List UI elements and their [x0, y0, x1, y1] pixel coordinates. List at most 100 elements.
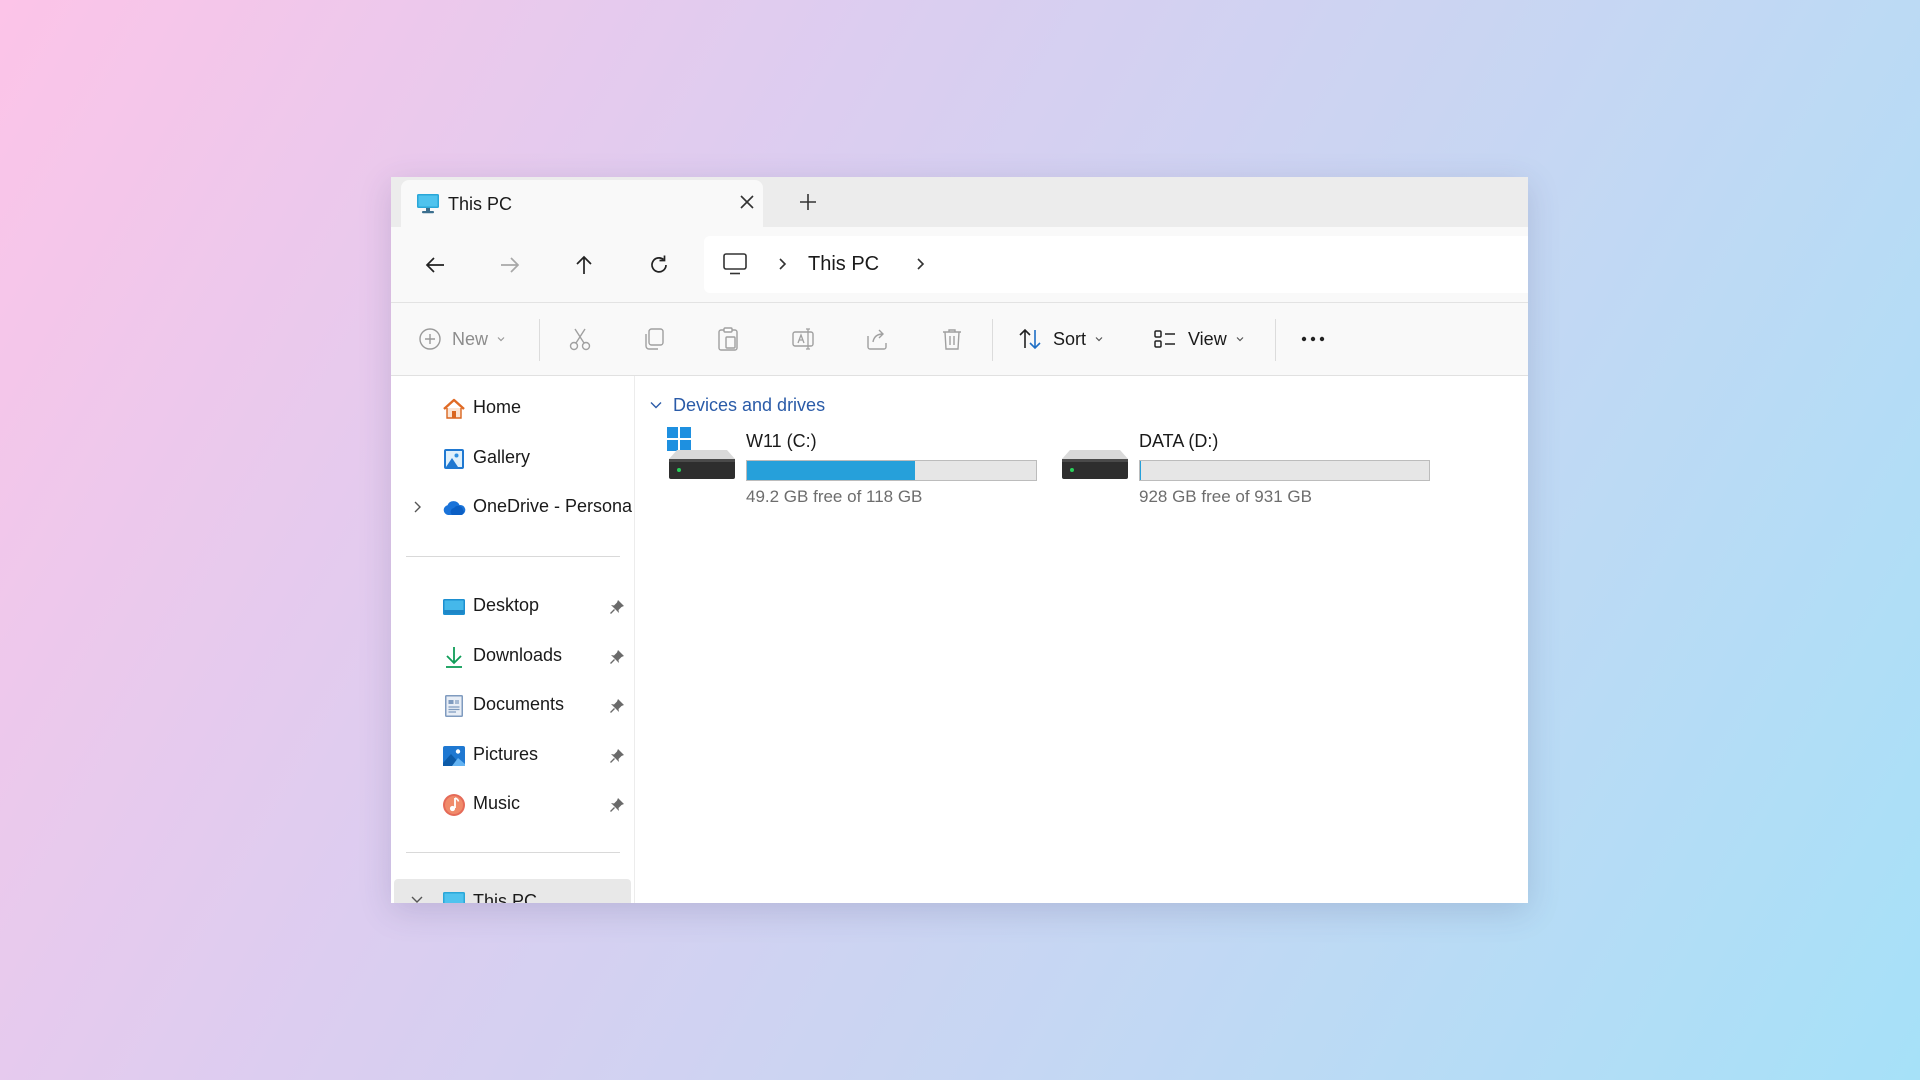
share-button[interactable]: [864, 303, 890, 375]
more-options-button[interactable]: [1298, 303, 1328, 375]
group-header-devices-and-drives[interactable]: Devices and drives: [649, 393, 825, 417]
sidebar-item-label: Home: [473, 397, 522, 417]
up-arrow-icon[interactable]: [571, 252, 597, 278]
cut-button[interactable]: [567, 303, 593, 375]
sidebar-item-label: This PC: [473, 891, 538, 903]
gallery-icon: [444, 449, 464, 469]
desktop-icon: [443, 599, 465, 615]
view-icon: [1154, 330, 1175, 348]
chevron-down-icon[interactable]: [410, 892, 424, 903]
documents-icon: [445, 695, 463, 717]
sidebar-item-onedrive[interactable]: OneDrive - Persona: [391, 487, 633, 527]
new-button[interactable]: New: [418, 303, 506, 375]
pin-icon[interactable]: [609, 698, 625, 714]
drive-usage-fill: [747, 461, 916, 480]
sidebar-item-desktop[interactable]: Desktop: [391, 586, 631, 626]
sidebar-item-music[interactable]: Music: [391, 784, 631, 824]
separator: [992, 319, 993, 361]
file-explorer-window: This PC This PC New Sort View Home Galle…: [391, 177, 1528, 903]
forward-arrow-icon[interactable]: [497, 252, 523, 278]
downloads-icon: [446, 647, 462, 668]
chevron-right-icon[interactable]: [774, 256, 790, 272]
monitor-icon: [417, 194, 439, 214]
chevron-right-icon[interactable]: [912, 256, 928, 272]
chevron-down-icon: [650, 402, 662, 409]
drive-usage-bar: [746, 460, 1037, 481]
windows-drive-icon: [667, 427, 735, 479]
back-arrow-icon[interactable]: [422, 252, 448, 278]
paste-button[interactable]: [715, 303, 741, 375]
sidebar-item-label: Downloads: [473, 645, 563, 665]
pin-icon[interactable]: [609, 649, 625, 665]
refresh-icon[interactable]: [646, 252, 672, 278]
monitor-icon: [443, 892, 465, 903]
drive-d[interactable]: DATA (D:) 928 GB free of 931 GB: [1060, 426, 1450, 516]
pin-icon[interactable]: [609, 797, 625, 813]
address-bar[interactable]: This PC: [704, 236, 1528, 293]
drive-usage-bar: [1139, 460, 1430, 481]
sidebar-divider: [406, 556, 620, 557]
command-bar: New Sort View: [391, 303, 1528, 376]
delete-button[interactable]: [939, 303, 965, 375]
drive-name: DATA (D:): [1139, 431, 1219, 451]
add-circle-icon: [419, 328, 441, 350]
drive-name: W11 (C:): [746, 431, 817, 451]
sidebar-item-downloads[interactable]: Downloads: [391, 636, 631, 676]
sidebar-item-label: Gallery: [473, 447, 531, 467]
paste-icon: [718, 327, 738, 351]
separator: [539, 319, 540, 361]
drive-free-space: 49.2 GB free of 118 GB: [746, 487, 923, 506]
onedrive-icon: [443, 501, 466, 515]
rename-icon: [792, 328, 814, 350]
sort-label: Sort: [1053, 328, 1087, 349]
sort-icon: [1019, 328, 1041, 350]
sidebar-item-this-pc[interactable]: This PC: [394, 879, 631, 903]
navigation-bar: This PC: [391, 227, 1528, 303]
view-button[interactable]: View: [1152, 303, 1245, 375]
sidebar-item-gallery[interactable]: Gallery: [391, 438, 631, 478]
close-icon[interactable]: [737, 192, 757, 212]
sidebar-item-pictures[interactable]: Pictures: [391, 735, 631, 775]
sidebar-item-label: OneDrive - Persona: [473, 496, 633, 516]
navigation-pane: Home Gallery OneDrive - Persona Desktop …: [391, 376, 635, 903]
drive-free-space: 928 GB free of 931 GB: [1139, 487, 1312, 506]
content-pane: Devices and drives W11 (C:) 49.2 GB free…: [635, 376, 1528, 903]
more-icon: [1301, 336, 1325, 342]
sidebar-item-label: Music: [473, 793, 521, 813]
monitor-icon[interactable]: [722, 252, 748, 276]
new-label: New: [452, 328, 489, 349]
pin-icon[interactable]: [609, 599, 625, 615]
sidebar-item-label: Documents: [473, 694, 565, 714]
breadcrumb-this-pc[interactable]: This PC: [808, 253, 879, 276]
drive-c[interactable]: W11 (C:) 49.2 GB free of 118 GB: [667, 426, 1057, 516]
new-tab-plus-icon[interactable]: [797, 191, 819, 213]
tab-this-pc[interactable]: This PC: [401, 180, 763, 227]
chevron-right-icon[interactable]: [410, 500, 424, 514]
copy-button[interactable]: [641, 303, 667, 375]
sidebar-item-home[interactable]: Home: [391, 388, 631, 428]
tab-title: This PC: [448, 194, 513, 214]
chevron-down-icon: [1236, 337, 1244, 342]
group-header-label: Devices and drives: [673, 394, 826, 415]
chevron-down-icon: [1095, 337, 1103, 342]
pin-icon[interactable]: [609, 748, 625, 764]
share-icon: [867, 329, 887, 350]
sidebar-item-documents[interactable]: Documents: [391, 685, 631, 725]
home-icon: [443, 398, 465, 419]
cut-icon: [569, 328, 591, 351]
drive-icon: [1062, 450, 1128, 479]
delete-icon: [943, 329, 961, 350]
copy-icon: [645, 328, 664, 350]
pictures-icon: [443, 746, 465, 766]
sidebar-item-label: Desktop: [473, 595, 540, 615]
music-icon: [443, 794, 465, 816]
tab-strip: This PC: [391, 177, 1528, 227]
separator: [1275, 319, 1276, 361]
sidebar-divider: [406, 852, 620, 853]
drive-usage-fill: [1140, 461, 1141, 480]
sidebar-item-label: Pictures: [473, 744, 539, 764]
chevron-down-icon: [497, 337, 505, 342]
rename-button[interactable]: [790, 303, 816, 375]
sort-button[interactable]: Sort: [1017, 303, 1104, 375]
view-label: View: [1188, 328, 1227, 349]
